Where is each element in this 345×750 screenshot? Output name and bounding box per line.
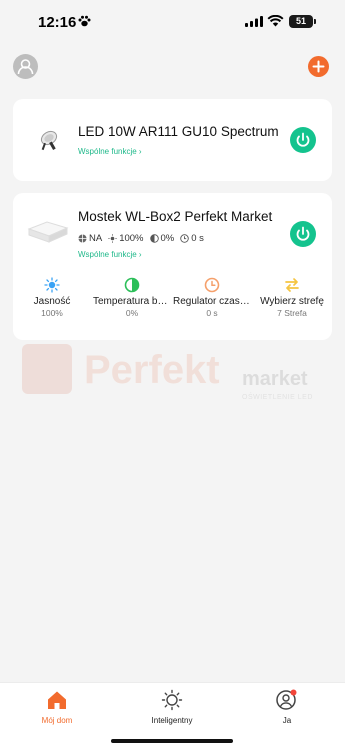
nav-label: Mój dom [41, 716, 73, 725]
brightness-value: 100% [119, 233, 144, 244]
quick-functions: Jasność 100% Temperatura barwowa 0% Regu… [13, 277, 332, 327]
function-color-temperature[interactable]: Temperatura barwowa 0% [93, 277, 171, 318]
function-label: Jasność [33, 296, 71, 307]
device-title: LED 10W AR111 GU10 Spectrum [78, 124, 279, 139]
power-icon [296, 132, 310, 147]
watermark-brand-suffix: market [242, 368, 308, 390]
power-icon [296, 226, 310, 241]
function-value: 100% [41, 308, 63, 318]
common-functions-link[interactable]: Wspólne funkcje › [78, 147, 142, 156]
swap-icon [285, 278, 299, 292]
function-label: Wybierz strefę [260, 296, 324, 307]
device-states: NA 100% 0% 0 s [78, 233, 204, 244]
connection-state: NA [78, 233, 102, 244]
device-card-led[interactable]: LED 10W AR111 GU10 Spectrum Wspólne funk… [13, 99, 332, 181]
function-brightness[interactable]: Jasność 100% [13, 277, 91, 318]
nav-smart[interactable]: Inteligentny [132, 689, 212, 725]
chevron-right-icon: › [138, 250, 142, 259]
battery-indicator: 51 [289, 15, 313, 28]
timer-state: 0 s [180, 233, 204, 244]
nav-label: Inteligentny [151, 716, 193, 725]
bridge-device-image [27, 221, 69, 243]
brightness-state: 100% [108, 233, 144, 244]
battery-tip [314, 19, 316, 24]
watermark-tagline: OŚWIETLENIE LED [242, 394, 313, 401]
paw-icon [78, 15, 91, 27]
chevron-right-icon: › [138, 147, 142, 156]
watermark: Perfekt market OŚWIETLENIE LED [22, 344, 332, 414]
add-device-button[interactable] [308, 56, 329, 77]
watermark-brand: Perfekt [84, 348, 220, 392]
profile-icon [276, 689, 297, 710]
nav-label: Ja [282, 716, 292, 725]
status-bar: 12:16 51 [0, 0, 345, 44]
function-value: 0 s [206, 308, 218, 318]
sun-icon [44, 277, 60, 293]
avatar[interactable] [13, 54, 38, 79]
device-card-bridge[interactable]: Mostek WL-Box2 Perfekt Market NA 100% 0%… [13, 193, 332, 340]
nav-me[interactable]: Ja [247, 689, 327, 725]
led-bulb-image [40, 130, 58, 151]
clock-small-icon [180, 234, 189, 243]
globe-icon [78, 234, 87, 243]
power-button[interactable] [290, 221, 316, 247]
smart-icon [161, 689, 183, 711]
nav-my-home[interactable]: Mój dom [17, 689, 97, 725]
watermark-logo [22, 344, 72, 394]
function-zone[interactable]: Wybierz strefę 7 Strefa [253, 277, 331, 318]
function-value: 7 Strefa [277, 308, 307, 318]
half-circle-small-icon [149, 234, 159, 243]
timer-value: 0 s [191, 233, 204, 244]
function-timer[interactable]: Regulator czasowy 0 s [173, 277, 251, 318]
wifi-icon [267, 15, 284, 27]
home-indicator [111, 739, 233, 743]
temperature-state: 0% [149, 233, 175, 244]
status-time: 12:16 [38, 14, 77, 31]
user-icon [17, 59, 34, 75]
common-functions-label: Wspólne funkcje [78, 250, 139, 259]
half-circle-icon [124, 277, 140, 293]
common-functions-label: Wspólne funkcje [78, 147, 139, 156]
common-functions-link[interactable]: Wspólne funkcje › [78, 250, 142, 259]
sun-small-icon [108, 234, 117, 243]
function-label: Regulator czasowy [173, 296, 251, 307]
signal-icon [245, 16, 263, 27]
plus-icon [312, 60, 325, 73]
power-button[interactable] [290, 127, 316, 153]
home-icon [48, 691, 66, 709]
function-label: Temperatura barwowa [93, 296, 171, 307]
clock-icon [204, 277, 220, 293]
device-title: Mostek WL-Box2 Perfekt Market [78, 209, 273, 224]
function-value: 0% [125, 308, 139, 318]
connection-value: NA [89, 233, 103, 244]
temperature-value: 0% [160, 233, 175, 244]
